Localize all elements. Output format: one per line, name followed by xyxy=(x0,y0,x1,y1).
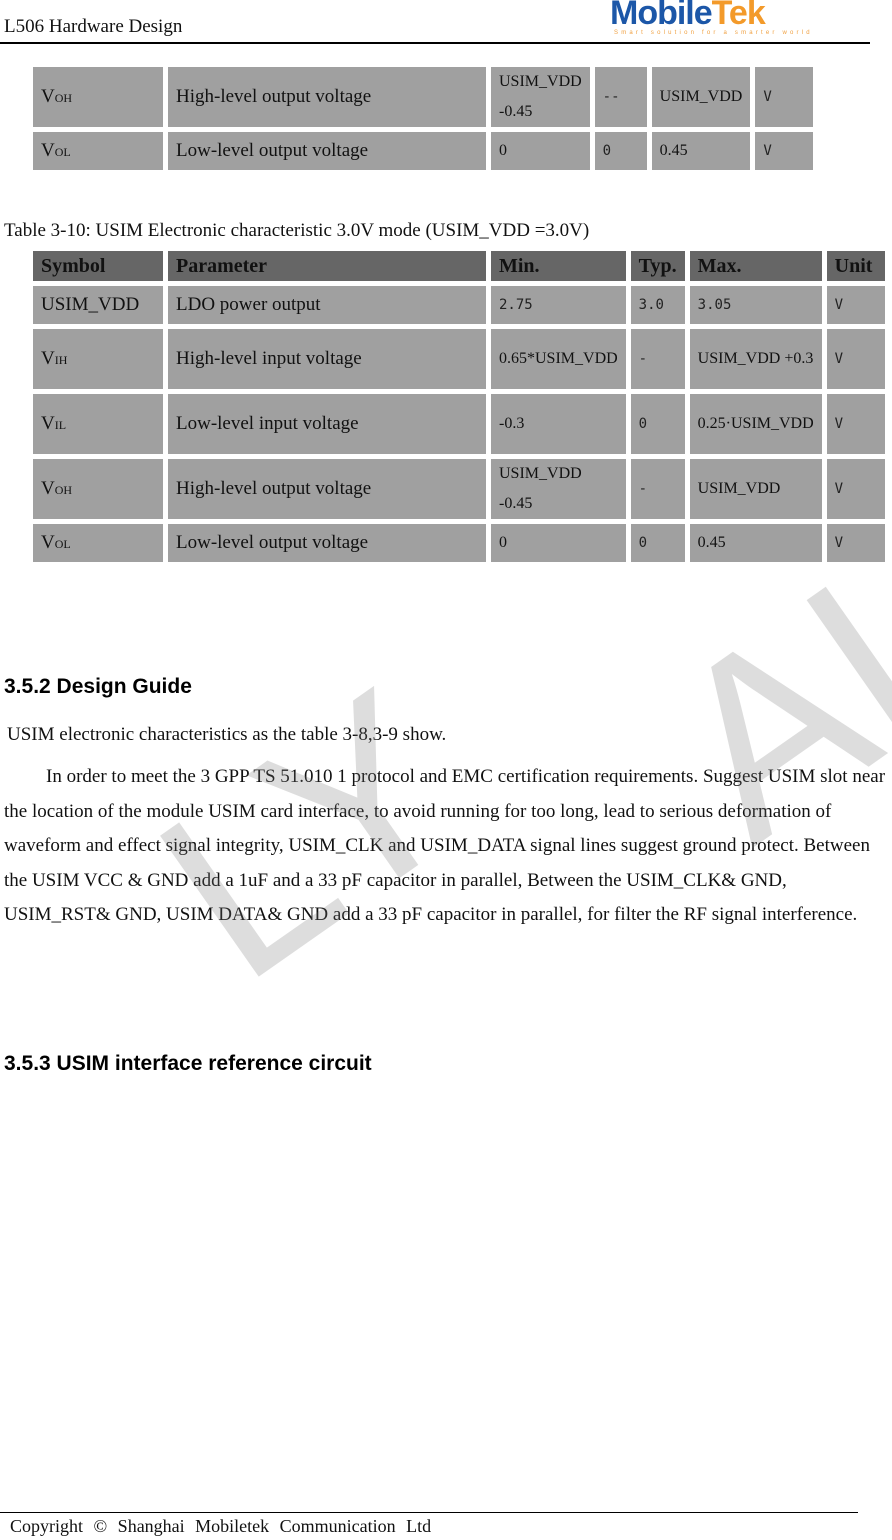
mobiletek-logo: MobileTek Smart solution for a smarter w… xyxy=(610,0,820,40)
header-unit: Unit xyxy=(826,251,885,281)
table-caption: Table 3-10: USIM Electronic characterist… xyxy=(4,220,590,241)
header-parameter: Parameter xyxy=(168,251,486,281)
cell-parameter: High-level input voltage xyxy=(168,329,486,389)
cell-max: 0.25·USIM_VDD xyxy=(689,394,822,454)
cell-min: 0 xyxy=(491,524,626,562)
cell-max: 3.05 xyxy=(689,286,822,324)
cell-parameter: Low-level output voltage xyxy=(168,132,486,170)
cell-min: USIM_VDD -0.45 xyxy=(491,67,590,127)
cell-symbol: VIH xyxy=(33,329,163,389)
cell-unit: V xyxy=(826,394,885,454)
cell-symbol: VOL xyxy=(33,524,163,562)
section-heading-reference-circuit: 3.5.3 USIM interface reference circuit xyxy=(4,1052,372,1075)
cell-min: 2.75 xyxy=(491,286,626,324)
cell-unit: V xyxy=(755,67,814,127)
cell-typ: 3.0 xyxy=(630,286,685,324)
cell-parameter: High-level output voltage xyxy=(168,459,486,519)
table-row: VOH High-level output voltage USIM_VDD -0.… xyxy=(33,459,885,519)
header-symbol: Symbol xyxy=(33,251,163,281)
cell-parameter: LDO power output xyxy=(168,286,486,324)
cell-unit: V xyxy=(826,329,885,389)
cell-min: USIM_VDD -0.45 xyxy=(491,459,626,519)
cell-parameter: Low-level input voltage xyxy=(168,394,486,454)
cell-symbol: USIM_VDD xyxy=(33,286,163,324)
cell-max: USIM_VDD xyxy=(689,459,822,519)
spec-table-continued: VOH High-level output voltage USIM_VDD -0.… xyxy=(28,62,818,175)
header-max: Max. xyxy=(689,251,822,281)
intro-paragraph: USIM electronic characteristics as the t… xyxy=(7,724,447,745)
table-header-row: Symbol Parameter Min. Typ. Max. Unit xyxy=(33,251,885,281)
cell-unit: V xyxy=(826,286,885,324)
cell-max: 0.45 xyxy=(689,524,822,562)
section-heading-design-guide: 3.5.2 Design Guide xyxy=(4,675,192,698)
cell-typ: -- xyxy=(594,67,647,127)
header-min: Min. xyxy=(491,251,626,281)
cell-symbol: VOH xyxy=(33,67,163,127)
cell-typ: 0 xyxy=(630,394,685,454)
table-row: VIH High-level input voltage 0.65*USIM_VDD… xyxy=(33,329,885,389)
cell-min: 0.65*USIM_VDD xyxy=(491,329,626,389)
cell-max: 0.45 xyxy=(651,132,751,170)
logo-tagline: Smart solution for a smarter world xyxy=(614,30,813,36)
table-row: USIM_VDD LDO power output 2.75 3.0 3.05 V xyxy=(33,286,885,324)
cell-unit: V xyxy=(755,132,814,170)
cell-parameter: High-level output voltage xyxy=(168,67,486,127)
cell-parameter: Low-level output voltage xyxy=(168,524,486,562)
table-row: VOL Low-level output voltage 0 0 0.45 V xyxy=(33,132,814,170)
document-title: L506 Hardware Design xyxy=(4,16,183,37)
footer-copyright: Copyright © Shanghai Mobiletek Communica… xyxy=(10,1516,432,1536)
cell-symbol: VIL xyxy=(33,394,163,454)
design-guide-paragraph: In order to meet the 3 GPP TS 51.010 1 p… xyxy=(4,766,886,925)
table-row: VIL Low-level input voltage -0.3 0 0.25·USIM… xyxy=(33,394,885,454)
table-row: VOL Low-level output voltage 0 0 0.45 V xyxy=(33,524,885,562)
spec-table-3-10: Symbol Parameter Min. Typ. Max. Unit USI… xyxy=(28,246,890,567)
table-row: VOH High-level output voltage USIM_VDD -0.… xyxy=(33,67,814,127)
cell-unit: V xyxy=(826,459,885,519)
cell-min: -0.3 xyxy=(491,394,626,454)
cell-typ: 0 xyxy=(630,524,685,562)
cell-typ: 0 xyxy=(594,132,647,170)
cell-unit: V xyxy=(826,524,885,562)
cell-max: USIM_VDD +0.3 xyxy=(689,329,822,389)
cell-min: 0 xyxy=(491,132,590,170)
logo-wordmark: MobileTek xyxy=(610,0,766,32)
cell-symbol: VOL xyxy=(33,132,163,170)
cell-max: USIM_VDD xyxy=(651,67,751,127)
cell-symbol: VOH xyxy=(33,459,163,519)
cell-typ: - xyxy=(630,459,685,519)
cell-typ: - xyxy=(630,329,685,389)
header-typ: Typ. xyxy=(630,251,685,281)
header-divider xyxy=(0,42,870,44)
footer-divider xyxy=(0,1512,858,1513)
